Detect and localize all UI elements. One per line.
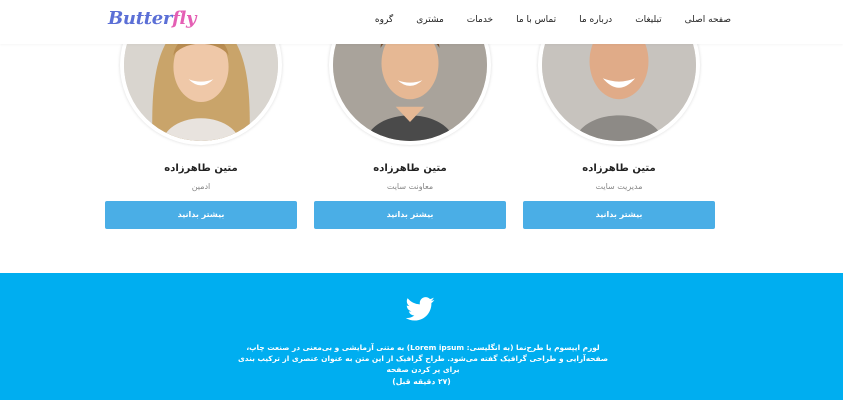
nav-item-ads[interactable]: تبلیغات — [635, 15, 661, 25]
nav-item-contact[interactable]: تماس با ما — [516, 15, 556, 25]
main-nav: گروه مشتری خدمات تماس با ما درباره ما تب… — [375, 15, 731, 25]
top-navbar: Butterfly گروه مشتری خدمات تماس با ما در… — [0, 0, 843, 44]
logo-part-1: Butter — [108, 8, 173, 29]
nav-item-customer[interactable]: مشتری — [416, 15, 444, 25]
learn-more-button[interactable]: بیشتر بدانید — [105, 201, 297, 229]
twitter-feed-section: لورم ایپسوم یا طرح‌نما (به انگلیسی: Lore… — [0, 273, 843, 400]
nav-item-group[interactable]: گروه — [375, 15, 393, 25]
nav-item-services[interactable]: خدمات — [467, 15, 493, 25]
team-member-role: معاونت سایت — [386, 182, 434, 191]
team-member-name: متین طاهرزاده — [164, 163, 238, 174]
nav-item-home[interactable]: صفحه اصلی — [685, 15, 731, 25]
team-member-name: متین طاهرزاده — [582, 163, 656, 174]
learn-more-button[interactable]: بیشتر بدانید — [314, 201, 506, 229]
brand-logo[interactable]: Butterfly — [108, 8, 197, 29]
nav-item-about[interactable]: درباره ما — [579, 15, 612, 25]
learn-more-button[interactable]: بیشتر بدانید — [523, 201, 715, 229]
logo-part-2: fly — [172, 8, 197, 29]
twitter-bird-icon[interactable] — [405, 297, 435, 321]
team-member-name: متین طاهرزاده — [373, 163, 447, 174]
tweet-time[interactable]: (۲۷ دقیقه قبل) — [0, 377, 843, 386]
team-member-role: ادمین — [191, 182, 211, 191]
team-member-role: مدیریت سایت — [595, 182, 643, 191]
tweet-text: لورم ایپسوم یا طرح‌نما (به انگلیسی: Lore… — [238, 343, 608, 374]
